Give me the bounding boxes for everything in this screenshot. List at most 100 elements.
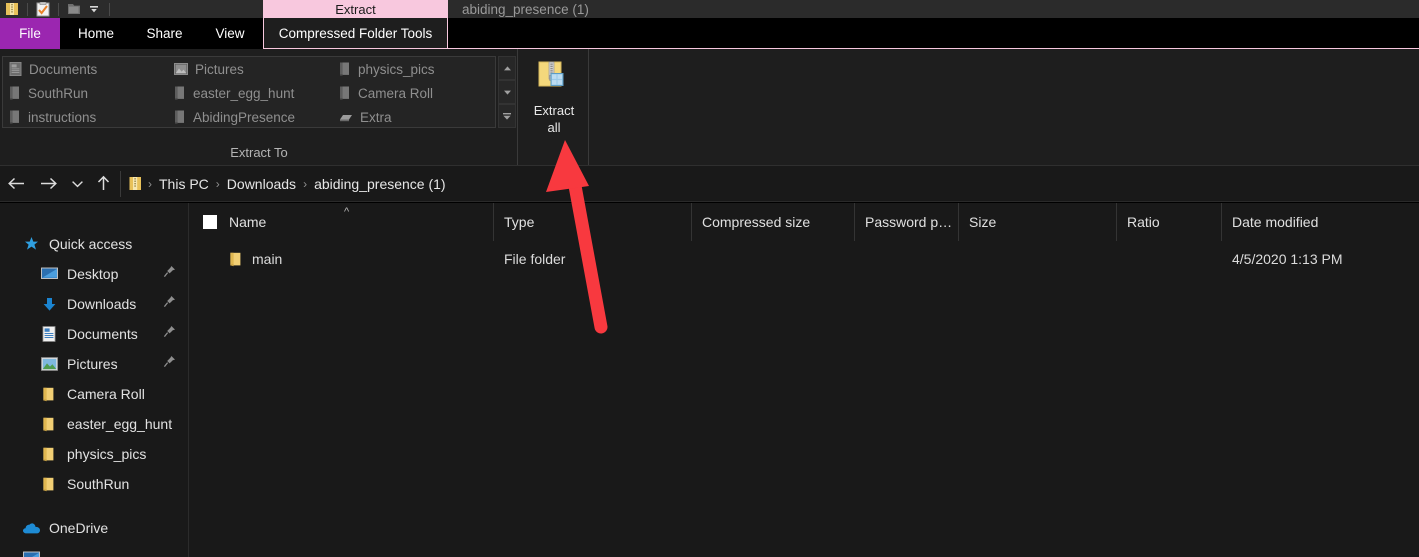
breadcrumb-downloads[interactable]: Downloads: [222, 176, 301, 192]
folder-icon: [38, 477, 60, 492]
folder-icon: [38, 447, 60, 462]
quick-access-toolbar: [0, 0, 115, 18]
ribbon-group-extract-to: Documents Pictures physics_pics SouthRun…: [0, 49, 518, 166]
window-title: abiding_presence (1): [448, 0, 589, 18]
gallery-item-camera-roll[interactable]: Camera Roll: [333, 81, 496, 105]
back-arrow-icon[interactable]: [0, 166, 32, 202]
sidebar-item-label: OneDrive: [49, 520, 109, 536]
tab-strip-filler: [448, 18, 1419, 49]
column-header-date-modified[interactable]: Date modified: [1222, 203, 1419, 241]
gallery-item-southrun[interactable]: SouthRun: [3, 81, 168, 105]
gallery-scrollbar[interactable]: [498, 56, 516, 128]
gallery-item-abidingpresence[interactable]: AbidingPresence: [168, 105, 333, 129]
sidebar-item-southrun[interactable]: SouthRun: [0, 469, 188, 499]
extract-all-label: Extract all: [534, 102, 574, 136]
documents-icon: [38, 326, 60, 342]
ribbon-group-extract-all: Extract all: [519, 49, 589, 166]
tab-compressed-folder-tools[interactable]: Compressed Folder Tools: [263, 18, 448, 49]
sidebar-item-easter-egg-hunt[interactable]: easter_egg_hunt: [0, 409, 188, 439]
sidebar-item-downloads[interactable]: Downloads: [0, 289, 188, 319]
gallery-item-documents[interactable]: Documents: [3, 57, 168, 81]
pin-icon[interactable]: [163, 295, 176, 313]
forward-arrow-icon[interactable]: [32, 166, 64, 202]
contextual-tab-group-label: Extract: [335, 1, 376, 17]
gallery-item-label: AbidingPresence: [193, 109, 296, 125]
extract-all-label-line1: Extract: [533, 103, 575, 118]
sidebar-item-label: Quick access: [49, 236, 133, 252]
ribbon-group-label-extract-to: Extract To: [230, 145, 288, 160]
breadcrumb-separator[interactable]: ›: [146, 177, 154, 191]
properties-checklist-icon[interactable]: [33, 0, 53, 18]
breadcrumb-separator[interactable]: ›: [214, 177, 222, 191]
network-drive-icon: [340, 114, 352, 121]
extract-all-icon: [536, 59, 572, 95]
gallery-item-label: easter_egg_hunt: [193, 85, 295, 101]
sidebar-item-onedrive[interactable]: OneDrive: [0, 513, 188, 543]
pin-icon[interactable]: [163, 265, 176, 283]
sidebar-item-label: easter_egg_hunt: [67, 416, 173, 432]
gallery-item-label: physics_pics: [358, 61, 435, 77]
tab-view[interactable]: View: [197, 18, 263, 49]
column-header-type[interactable]: Type: [494, 203, 692, 241]
gallery-item-easter-egg-hunt[interactable]: easter_egg_hunt: [168, 81, 333, 105]
gallery-item-pictures[interactable]: Pictures: [168, 57, 333, 81]
ribbon-panel: Documents Pictures physics_pics SouthRun…: [0, 49, 1419, 166]
zip-folder-icon[interactable]: [2, 0, 22, 18]
gallery-item-extra[interactable]: Extra: [333, 105, 496, 129]
up-arrow-icon[interactable]: [90, 166, 116, 202]
scroll-down-icon[interactable]: [498, 80, 516, 104]
pin-icon[interactable]: [163, 355, 176, 373]
gallery-item-label: instructions: [28, 109, 97, 125]
sidebar-item-desktop[interactable]: Desktop: [0, 259, 188, 289]
zip-archive-icon: [129, 176, 142, 191]
breadcrumb-current-folder[interactable]: abiding_presence (1): [309, 176, 451, 192]
new-folder-icon[interactable]: [64, 0, 84, 18]
sidebar-item-physics-pics[interactable]: physics_pics: [0, 439, 188, 469]
column-header-size[interactable]: Size: [959, 203, 1117, 241]
folder-icon: [340, 86, 349, 100]
folder-icon: [175, 110, 184, 124]
customize-chevron-icon[interactable]: [84, 0, 104, 18]
sidebar-item-label: Camera Roll: [67, 386, 145, 402]
extract-to-gallery[interactable]: Documents Pictures physics_pics SouthRun…: [2, 56, 496, 128]
sidebar-item-partial-below[interactable]: [0, 543, 188, 557]
tab-file[interactable]: File: [0, 18, 60, 49]
pictures-icon: [174, 63, 188, 75]
tab-home[interactable]: Home: [60, 18, 132, 49]
column-header-compressed-size[interactable]: Compressed size: [692, 203, 855, 241]
pin-icon[interactable]: [163, 325, 176, 343]
breadcrumb-this-pc[interactable]: This PC: [154, 176, 214, 192]
contextual-tab-group-header: Extract: [263, 0, 448, 18]
extract-all-button[interactable]: Extract all: [519, 52, 589, 160]
folder-icon: [10, 86, 19, 100]
breadcrumb[interactable]: › This PC › Downloads › abiding_presence…: [120, 170, 1411, 197]
recent-locations-chevron-icon[interactable]: [64, 166, 90, 202]
documents-icon: [9, 62, 22, 76]
select-all-checkbox[interactable]: [203, 215, 217, 229]
address-bar: › This PC › Downloads › abiding_presence…: [0, 166, 1419, 202]
breadcrumb-separator[interactable]: ›: [301, 177, 309, 191]
column-header-name[interactable]: Name ^: [189, 203, 494, 241]
sidebar-item-camera-roll[interactable]: Camera Roll: [0, 379, 188, 409]
gallery-item-label: Documents: [29, 61, 98, 77]
onedrive-cloud-icon: [20, 522, 42, 535]
gallery-item-label: SouthRun: [28, 85, 89, 101]
sidebar-item-documents[interactable]: Documents: [0, 319, 188, 349]
sidebar-item-pictures[interactable]: Pictures: [0, 349, 188, 379]
gallery-item-physics-pics[interactable]: physics_pics: [333, 57, 496, 81]
column-header-password-protected[interactable]: Password p…: [855, 203, 959, 241]
sidebar-item-quick-access[interactable]: Quick access: [0, 229, 188, 259]
tab-share[interactable]: Share: [132, 18, 197, 49]
scroll-up-icon[interactable]: [498, 56, 516, 80]
gallery-item-instructions[interactable]: instructions: [3, 105, 168, 129]
sidebar-item-label: SouthRun: [67, 476, 130, 492]
qat-separator-1: [27, 2, 28, 16]
file-name-cell[interactable]: main: [189, 251, 494, 267]
window-title-text: abiding_presence (1): [462, 1, 589, 17]
table-row[interactable]: main File folder 4/5/2020 1:13 PM: [189, 241, 1419, 277]
more-options-icon[interactable]: [498, 104, 516, 128]
file-list-pane: Name ^ Type Compressed size Password p… …: [189, 203, 1419, 557]
navigation-pane: Quick access Desktop Downloads Documents…: [0, 203, 189, 557]
sidebar-item-label: Documents: [67, 326, 138, 342]
column-header-ratio[interactable]: Ratio: [1117, 203, 1222, 241]
